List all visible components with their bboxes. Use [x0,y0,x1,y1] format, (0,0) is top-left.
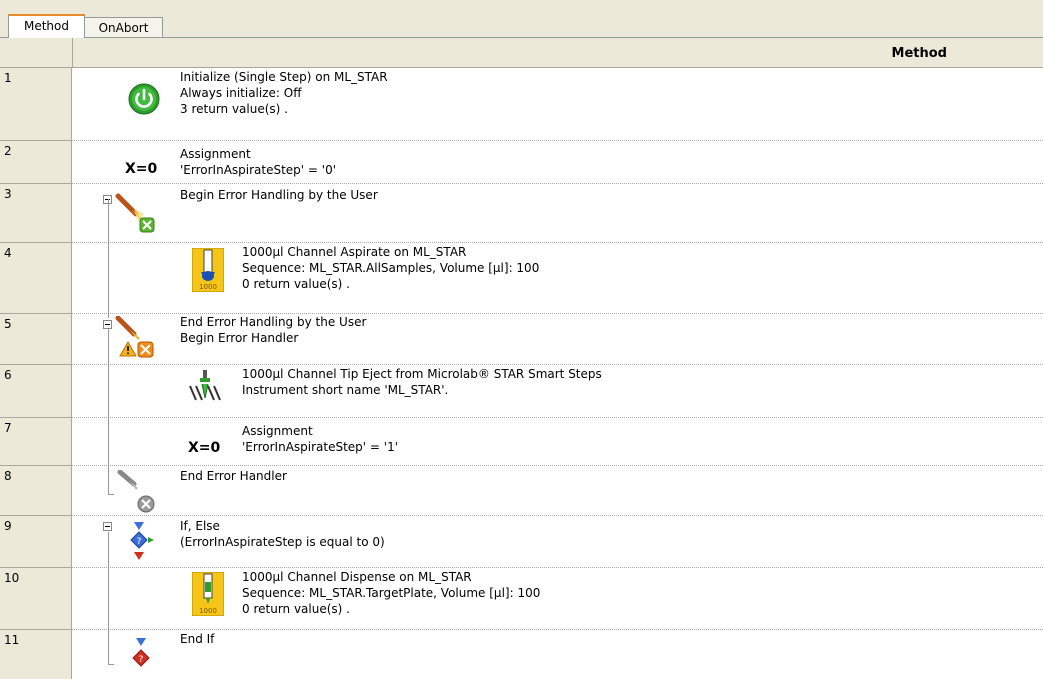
error-handler-begin-icon [115,316,154,358]
row-number[interactable]: 4 [0,243,72,314]
dispense-volume-label: 1000 [199,607,217,615]
step-text-line: Always initialize: Off [180,86,302,100]
if-else-icon: ? [130,522,154,560]
row-number-label: 7 [4,421,12,435]
row-number-label: 9 [4,519,12,533]
row-number[interactable]: 5 [0,314,72,365]
row-number-label: 6 [4,368,12,382]
step-text-line: 1000µl Channel Dispense on ML_STAR [242,570,472,584]
step-text-line: 'ErrorInAspirateStep' = '0' [180,163,337,177]
row-number[interactable]: 7 [0,418,72,466]
header-corner [0,38,73,67]
method-grid: Method 1 Initialize (Single Step) on ML_… [0,38,1043,679]
step-text-line: End Error Handling by the User [180,315,367,329]
tab-onabort[interactable]: OnAbort [84,17,163,37]
step-text-line: End Error Handler [180,469,287,483]
row-number-label: 4 [4,246,12,260]
grid-header: Method [0,38,1043,68]
svg-text:?: ? [137,537,142,547]
method-step[interactable]: ? End If [72,630,1043,679]
row-number[interactable]: 9 [0,516,72,568]
collapse-toggle[interactable] [103,522,112,531]
method-step[interactable]: X=0 Assignment 'ErrorInAspirateStep' = '… [72,418,1043,466]
row-number-label: 3 [4,187,12,201]
aspirate-volume-label: 1000 [199,283,217,291]
tip-eject-icon [189,370,221,401]
aspirate-icon: 1000 [192,248,224,292]
method-step[interactable]: End Error Handler [72,466,1043,516]
step-text-line: Instrument short name 'ML_STAR'. [242,383,449,397]
column-header-method[interactable]: Method [892,46,947,61]
dispense-icon: 1000 [192,572,224,616]
row-number-label: 5 [4,317,12,331]
power-icon [128,83,160,115]
step-text-line: Sequence: ML_STAR.TargetPlate, Volume [µ… [242,586,541,600]
step-text-line: Initialize (Single Step) on ML_STAR [180,70,388,84]
step-text-line: 'ErrorInAspirateStep' = '1' [242,440,399,454]
step-text-line: Begin Error Handler [180,331,299,345]
step-text-line: (ErrorInAspirateStep is equal to 0) [180,535,385,549]
end-if-icon: ? [132,638,150,667]
tree-line [108,664,114,665]
method-step[interactable]: End Error Handling by the User Begin Err… [72,314,1043,365]
step-text-line: Assignment [242,424,313,438]
row-number[interactable]: 11 [0,630,72,679]
method-step[interactable]: Initialize (Single Step) on ML_STAR Alwa… [72,68,1043,141]
method-step[interactable]: 1000 1000µl Channel Aspirate on ML_STAR … [72,243,1043,314]
tree-line [108,199,109,318]
error-handling-begin-icon [115,193,155,233]
step-text-line: Assignment [180,147,251,161]
row-number-label: 2 [4,144,12,158]
row-number[interactable]: 1 [0,68,72,141]
method-step[interactable]: 1000µl Channel Tip Eject from Microlab® … [72,365,1043,418]
step-text-line: If, Else [180,519,220,533]
tree-line [108,328,109,494]
method-step[interactable]: ? If, Else (ErrorInAspirateStep is equal… [72,516,1043,568]
step-text-line: End If [180,632,215,646]
row-number[interactable]: 6 [0,365,72,418]
step-text-line: 0 return value(s) . [242,277,350,291]
step-text-line: 1000µl Channel Aspirate on ML_STAR [242,245,467,259]
tree-line [108,532,109,664]
row-number-label: 11 [4,633,20,647]
row-number-label: 8 [4,469,12,483]
row-number-label: 1 [4,71,12,85]
step-text-line: 3 return value(s) . [180,102,288,116]
assignment-icon: X=0 [188,440,221,456]
assignment-icon: X=0 [125,161,158,177]
method-step[interactable]: 1000 1000µl Channel Dispense on ML_STAR … [72,568,1043,630]
method-step[interactable]: Begin Error Handling by the User [72,184,1043,243]
row-number[interactable]: 2 [0,141,72,184]
tree-line [108,494,114,495]
step-text-line: 1000µl Channel Tip Eject from Microlab® … [242,367,602,381]
method-step[interactable]: X=0 Assignment 'ErrorInAspirateStep' = '… [72,141,1043,184]
row-number[interactable]: 8 [0,466,72,516]
error-handler-end-icon [117,470,155,513]
tab-method[interactable]: Method [8,14,85,38]
row-number[interactable]: 3 [0,184,72,243]
row-number-label: 10 [4,571,20,585]
step-text-line: Begin Error Handling by the User [180,188,378,202]
svg-text:?: ? [139,655,144,665]
row-number[interactable]: 10 [0,568,72,630]
step-text-line: Sequence: ML_STAR.AllSamples, Volume [µl… [242,261,540,275]
step-text-line: 0 return value(s) . [242,602,350,616]
tab-bar: OnAbort Method [0,0,1043,38]
